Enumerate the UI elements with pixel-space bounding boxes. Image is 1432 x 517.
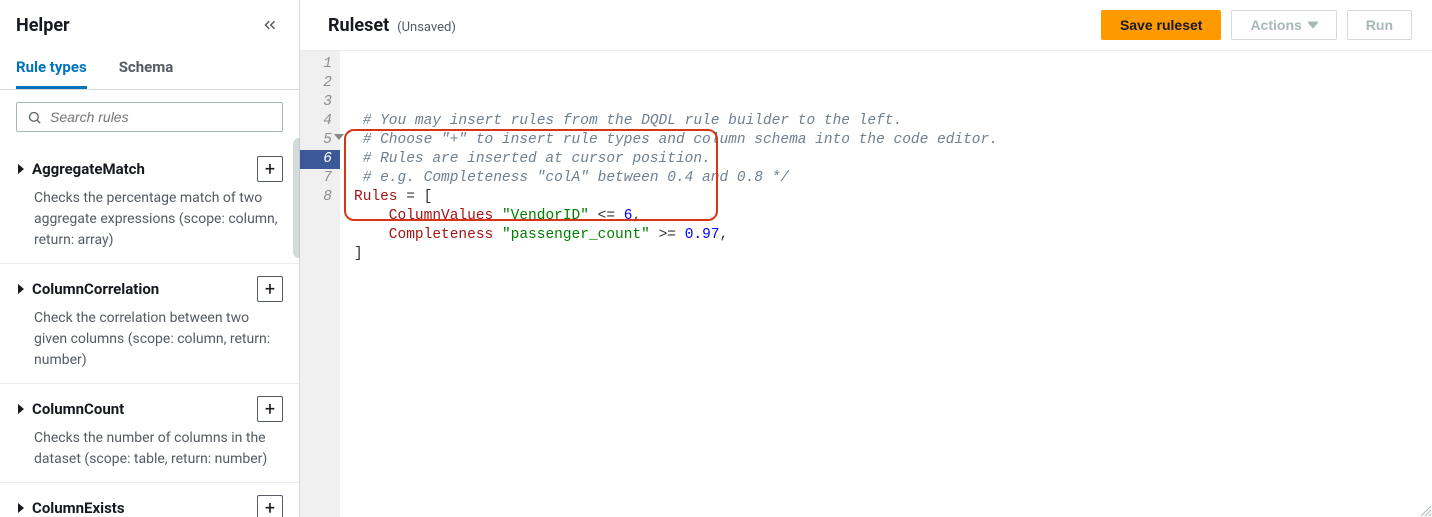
- ruleset-status: (Unsaved): [397, 20, 456, 35]
- caret-right-icon: [16, 163, 26, 175]
- ruleset-header: Ruleset (Unsaved) Save ruleset Actions R…: [300, 0, 1432, 51]
- line-number: 1: [300, 55, 332, 74]
- rule-description: Check the correlation between two given …: [16, 308, 283, 371]
- code-line[interactable]: # Choose "+" to insert rule types and co…: [354, 131, 1432, 150]
- search-box[interactable]: [16, 102, 283, 132]
- caret-right-icon: [16, 403, 26, 415]
- line-number: 5: [300, 131, 332, 150]
- helper-header: Helper: [0, 0, 299, 48]
- code-line[interactable]: # Rules are inserted at cursor position.: [354, 150, 1432, 169]
- caret-down-icon: [1308, 21, 1318, 29]
- search-icon: [27, 110, 42, 125]
- resize-handle-icon[interactable]: [1418, 503, 1432, 517]
- caret-right-icon: [16, 502, 26, 514]
- code-editor[interactable]: 12345678 # You may insert rules from the…: [300, 51, 1432, 517]
- line-number: 4: [300, 112, 332, 131]
- actions-label: Actions: [1250, 17, 1301, 33]
- helper-title: Helper: [16, 15, 70, 36]
- helper-tabs: Rule types Schema: [0, 48, 299, 90]
- rule-description: Checks the number of columns in the data…: [16, 428, 283, 470]
- code-line[interactable]: Completeness "passenger_count" >= 0.97,: [354, 226, 1432, 245]
- rule-name: AggregateMatch: [32, 160, 145, 178]
- rule-list[interactable]: AggregateMatch + Checks the percentage m…: [0, 144, 299, 517]
- rule-expand-toggle[interactable]: ColumnCount: [16, 400, 124, 418]
- rule-description: Checks the percentage match of two aggre…: [16, 188, 283, 251]
- code-line[interactable]: Rules = [: [354, 188, 1432, 207]
- helper-panel: Helper Rule types Schema AggregateMatch …: [0, 0, 300, 517]
- rule-expand-toggle[interactable]: ColumnCorrelation: [16, 280, 159, 298]
- add-rule-button[interactable]: +: [257, 495, 283, 517]
- caret-right-icon: [16, 283, 26, 295]
- rule-item: ColumnCorrelation + Check the correlatio…: [0, 264, 299, 384]
- line-number: 6: [300, 150, 340, 169]
- rule-expand-toggle[interactable]: ColumnExists: [16, 499, 125, 517]
- line-gutter: 12345678: [300, 51, 340, 517]
- rule-expand-toggle[interactable]: AggregateMatch: [16, 160, 145, 178]
- code-area[interactable]: # You may insert rules from the DQDL rul…: [340, 51, 1432, 517]
- add-rule-button[interactable]: +: [257, 156, 283, 182]
- add-rule-button[interactable]: +: [257, 396, 283, 422]
- line-number: 3: [300, 93, 332, 112]
- chevron-double-left-icon: [261, 16, 279, 34]
- collapse-panel-button[interactable]: [257, 12, 283, 38]
- rule-name: ColumnExists: [32, 499, 125, 517]
- button-group: Save ruleset Actions Run: [1101, 10, 1412, 40]
- rule-item: AggregateMatch + Checks the percentage m…: [0, 144, 299, 264]
- search-input[interactable]: [50, 109, 272, 125]
- rule-name: ColumnCorrelation: [32, 280, 159, 298]
- tab-rule-types[interactable]: Rule types: [16, 48, 87, 89]
- search-wrap: [0, 90, 299, 144]
- rule-item: ColumnExists + Check the existence of a …: [0, 483, 299, 517]
- rule-item: ColumnCount + Checks the number of colum…: [0, 384, 299, 483]
- tab-schema[interactable]: Schema: [119, 48, 174, 89]
- ruleset-panel: Ruleset (Unsaved) Save ruleset Actions R…: [300, 0, 1432, 517]
- ruleset-title: Ruleset: [328, 15, 389, 36]
- save-ruleset-button[interactable]: Save ruleset: [1101, 10, 1222, 40]
- line-number: 7: [300, 169, 332, 188]
- run-button[interactable]: Run: [1347, 10, 1412, 40]
- rule-name: ColumnCount: [32, 400, 124, 418]
- code-line[interactable]: # e.g. Completeness "colA" between 0.4 a…: [354, 169, 1432, 188]
- actions-button[interactable]: Actions: [1231, 10, 1336, 40]
- add-rule-button[interactable]: +: [257, 276, 283, 302]
- code-line[interactable]: ]: [354, 245, 1432, 264]
- code-line[interactable]: ColumnValues "VendorID" <= 6,: [354, 207, 1432, 226]
- line-number: 8: [300, 188, 332, 207]
- line-number: 2: [300, 74, 332, 93]
- code-line[interactable]: # You may insert rules from the DQDL rul…: [354, 112, 1432, 131]
